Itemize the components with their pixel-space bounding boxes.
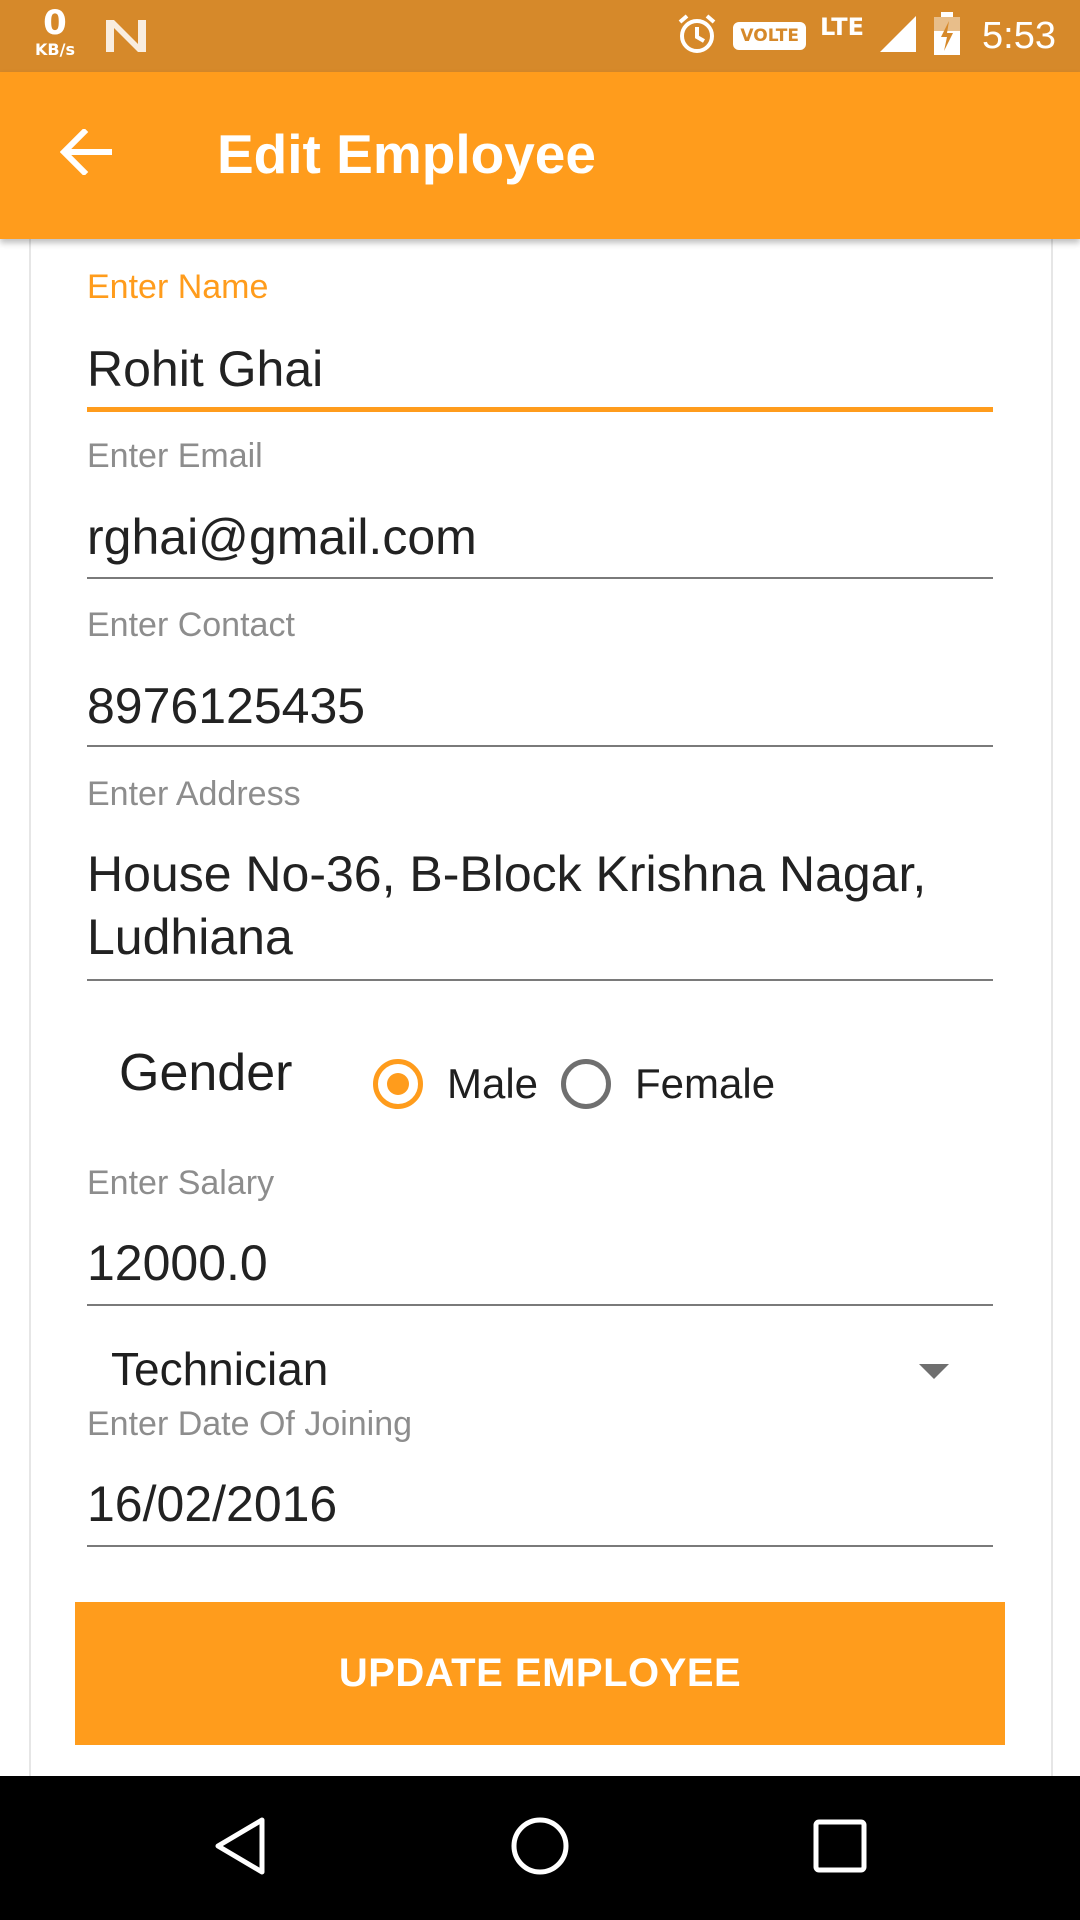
address-label: Enter Address (87, 775, 301, 813)
nav-back-triangle-icon (212, 1816, 268, 1880)
network-speed-unit: KB/s (35, 40, 75, 59)
address-input-line-1[interactable]: House No-36, B-Block Krishna Nagar, (87, 843, 926, 906)
designation-spinner[interactable]: Technician (87, 1330, 993, 1410)
network-speed: 0 KB/s (26, 6, 84, 58)
contact-field[interactable]: Enter Contact 8976125435 (87, 606, 993, 751)
joining-date-input[interactable]: 16/02/2016 (87, 1473, 337, 1536)
clock: 5:53 (982, 14, 1056, 57)
address-underline (87, 979, 993, 981)
joining-date-underline (87, 1545, 993, 1547)
email-input[interactable]: rghai@gmail.com (87, 506, 477, 569)
gender-label: Gender (119, 1044, 293, 1102)
male-radio[interactable] (373, 1059, 423, 1109)
nav-back-button[interactable] (168, 1776, 312, 1920)
designation-value: Technician (111, 1343, 329, 1395)
email-label: Enter Email (87, 437, 263, 475)
salary-input[interactable]: 12000.0 (87, 1232, 268, 1295)
signal-icon (878, 14, 918, 58)
joining-date-field[interactable]: Enter Date Of Joining 16/02/2016 (87, 1405, 993, 1550)
contact-input[interactable]: 8976125435 (87, 675, 365, 738)
salary-label: Enter Salary (87, 1164, 275, 1202)
address-field[interactable]: Enter Address House No-36, B-Block Krish… (87, 775, 993, 985)
joining-date-label: Enter Date Of Joining (87, 1405, 413, 1443)
male-radio-label[interactable]: Male (447, 1060, 538, 1108)
nav-home-circle-icon (510, 1816, 570, 1880)
status-icons: VOLTE LTE 5:53 (675, 0, 1056, 72)
update-employee-button[interactable]: UPDATE EMPLOYEE (75, 1602, 1005, 1745)
address-input-line-2[interactable]: Ludhiana (87, 906, 293, 969)
email-underline (87, 577, 993, 579)
arrow-back-icon (59, 127, 113, 179)
female-radio[interactable] (561, 1059, 611, 1109)
volte-badge: VOLTE (733, 22, 806, 50)
dropdown-arrow-icon (919, 1364, 949, 1379)
name-underline (87, 407, 993, 412)
status-bar: 0 KB/s VOLTE LTE 5:53 (0, 0, 1080, 72)
salary-underline (87, 1304, 993, 1306)
salary-field[interactable]: Enter Salary 12000.0 (87, 1164, 993, 1309)
notification-n-icon (104, 18, 148, 58)
name-label: Enter Name (87, 268, 269, 306)
nav-recents-button[interactable] (768, 1776, 912, 1920)
email-field[interactable]: Enter Email rghai@gmail.com (87, 437, 993, 582)
name-input[interactable]: Rohit Ghai (87, 338, 323, 401)
navigation-bar (0, 1776, 1080, 1920)
contact-label: Enter Contact (87, 606, 295, 644)
female-radio-label[interactable]: Female (635, 1060, 775, 1108)
battery-icon (932, 11, 962, 61)
back-button[interactable] (52, 120, 120, 188)
lte-indicator: LTE (819, 13, 865, 41)
page-title: Edit Employee (217, 123, 596, 185)
nav-recents-square-icon (813, 1819, 867, 1877)
alarm-icon (675, 12, 719, 60)
nav-home-button[interactable] (468, 1776, 612, 1920)
contact-underline (87, 745, 993, 747)
app-bar: Edit Employee (0, 72, 1080, 239)
network-speed-value: 0 (43, 3, 67, 43)
name-field[interactable]: Enter Name Rohit Ghai (87, 268, 993, 416)
